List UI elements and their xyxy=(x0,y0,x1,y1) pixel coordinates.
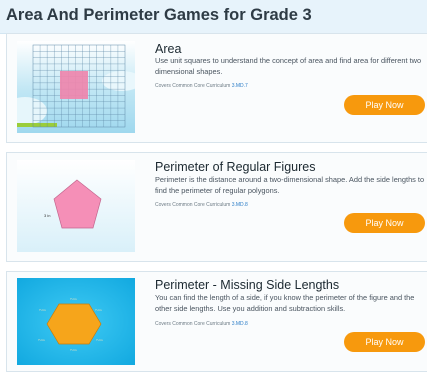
curriculum-label: Covers Common Core Curriculum xyxy=(155,321,231,327)
svg-text:? cm: ? cm xyxy=(70,297,77,301)
game-description: Use unit squares to understand the conce… xyxy=(155,56,422,76)
pentagon-image: 3 in xyxy=(17,160,135,252)
curriculum-line: Covers Common Core Curriculum 3.MD.8 xyxy=(155,321,248,327)
game-description: You can find the length of a side, if yo… xyxy=(155,293,415,313)
svg-text:? cm: ? cm xyxy=(38,338,45,342)
game-title[interactable]: Perimeter - Missing Side Lengths xyxy=(155,278,339,292)
standard-link[interactable]: 3.MD.8 xyxy=(232,321,248,327)
game-title[interactable]: Area xyxy=(155,42,181,56)
standard-link[interactable]: 3.MD.8 xyxy=(232,202,248,208)
play-now-button[interactable]: Play Now xyxy=(344,332,425,352)
svg-text:? cm: ? cm xyxy=(39,308,46,312)
curriculum-line: Covers Common Core Curriculum 3.MD.7 xyxy=(155,83,248,89)
curriculum-label: Covers Common Core Curriculum xyxy=(155,83,231,89)
game-title[interactable]: Perimeter of Regular Figures xyxy=(155,160,315,174)
svg-text:? cm: ? cm xyxy=(95,308,102,312)
curriculum-line: Covers Common Core Curriculum 3.MD.8 xyxy=(155,202,248,208)
standard-link[interactable]: 3.MD.7 xyxy=(232,83,248,89)
area-grid-image xyxy=(17,41,135,133)
hexagon-thumbnail[interactable]: ? cm ? cm ? cm ? cm ? cm ? cm xyxy=(17,278,135,365)
game-card-perimeter-regular: 3 in Perimeter of Regular Figures Perime… xyxy=(6,152,427,262)
page-header: Area And Perimeter Games for Grade 3 xyxy=(0,0,427,34)
hexagon-image: ? cm ? cm ? cm ? cm ? cm ? cm xyxy=(17,278,135,365)
game-description: Perimeter is the distance around a two-d… xyxy=(155,175,425,195)
play-now-button[interactable]: Play Now xyxy=(344,213,425,233)
curriculum-label: Covers Common Core Curriculum xyxy=(155,202,231,208)
game-card-area: Area Use unit squares to understand the … xyxy=(6,33,427,143)
play-now-button[interactable]: Play Now xyxy=(344,95,425,115)
area-grid-thumbnail[interactable] xyxy=(17,41,135,133)
pentagon-thumbnail[interactable]: 3 in xyxy=(17,160,135,252)
svg-text:? cm: ? cm xyxy=(96,338,103,342)
page-title: Area And Perimeter Games for Grade 3 xyxy=(6,6,312,24)
game-card-missing-sides: ? cm ? cm ? cm ? cm ? cm ? cm Perimeter … xyxy=(6,271,427,372)
svg-text:? cm: ? cm xyxy=(70,348,77,352)
side-length-label: 3 in xyxy=(44,213,50,218)
